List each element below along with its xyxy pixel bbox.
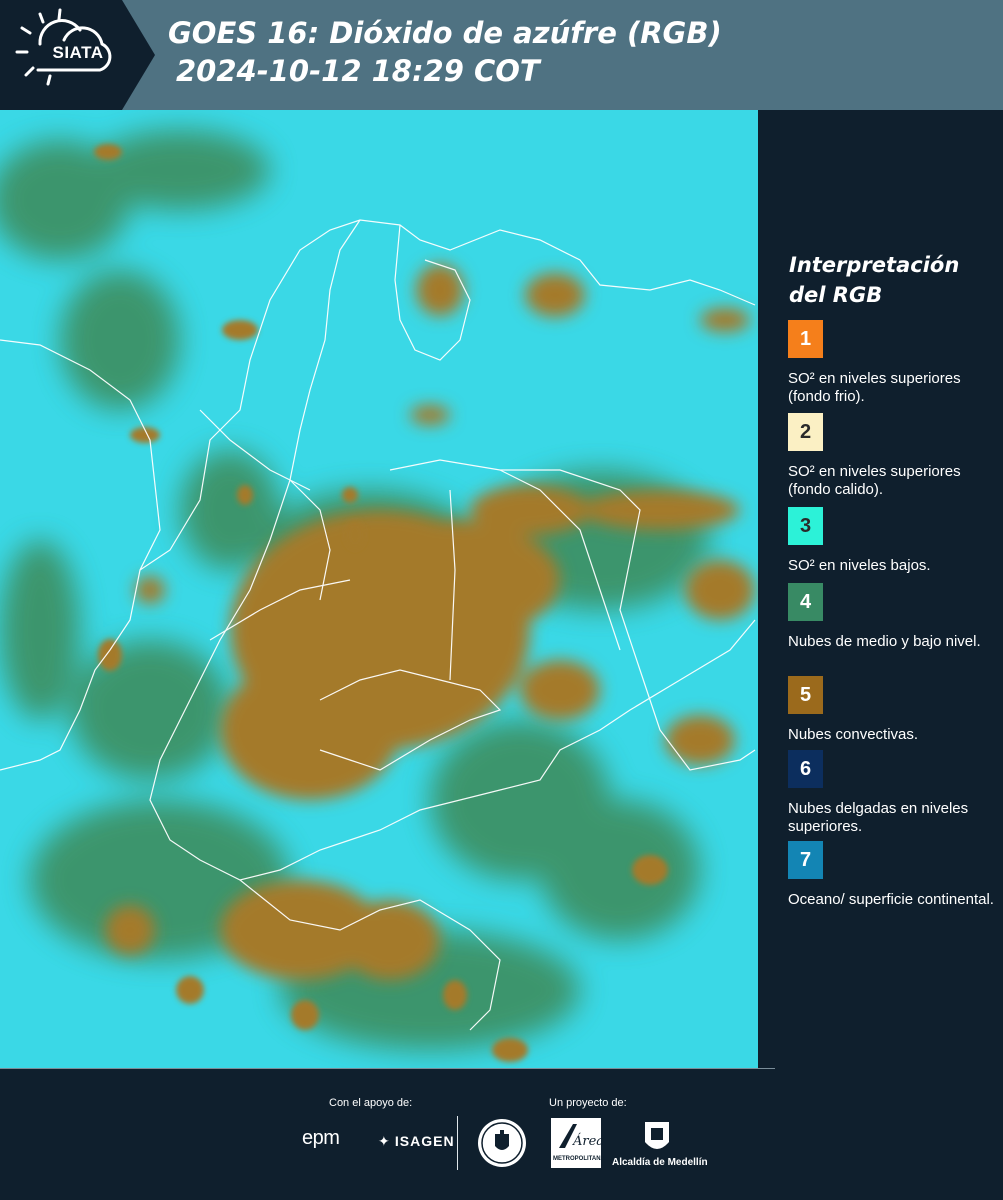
- legend-number-7: 7: [799, 848, 812, 871]
- legend-panel: Interpretación del RGB 1 SO² en niveles …: [762, 110, 1003, 1068]
- legend-item-5: 5 Nubes convectivas.: [788, 676, 998, 744]
- title-line-datetime: 2024-10-12 18:29 COT: [176, 54, 540, 88]
- area-logo-subtext: METROPOLITANA: [553, 1156, 605, 1162]
- legend-swatch-2: 2: [788, 413, 823, 451]
- legend-label-6: Nubes delgadas en niveles superiores.: [788, 800, 969, 835]
- legend-number-4: 4: [799, 590, 812, 613]
- legend-label-2: SO² en niveles superiores (fondo calido)…: [788, 463, 961, 498]
- project-label: Un proyecto de:: [549, 1097, 627, 1109]
- satellite-map: [0, 110, 758, 1068]
- header-bar: SIATA GOES 16: Dióxido de azúfre (RGB) 2…: [0, 0, 1003, 110]
- legend-item-7: 7 Oceano/ superficie continental.: [788, 841, 998, 909]
- legend-swatch-4: 4: [788, 583, 823, 621]
- legend-item-1: 1 SO² en niveles superiores (fondo frio)…: [788, 320, 998, 406]
- siata-logo-text: SIATA: [52, 43, 104, 62]
- legend-number-5: 5: [799, 683, 812, 706]
- legend-swatch-1: 1: [788, 320, 823, 358]
- legend-label-7: Oceano/ superficie continental.: [788, 891, 994, 908]
- legend-label-4: Nubes de medio y bajo nivel.: [788, 633, 981, 650]
- alcaldia-logo-text: Alcaldía de Medellín: [612, 1157, 708, 1168]
- isagen-logo: ✦ ISAGEN: [378, 1133, 455, 1150]
- legend-swatch-6: 6: [788, 750, 823, 788]
- epm-logo: epm: [302, 1127, 340, 1149]
- page-title: GOES 16: Dióxido de azúfre (RGB) 2024-10…: [168, 14, 722, 90]
- satellite-rgb-map-image: [0, 110, 758, 1068]
- legend-swatch-7: 7: [788, 841, 823, 879]
- title-line-product: GOES 16: Dióxido de azúfre (RGB): [168, 16, 722, 50]
- legend-label-5: Nubes convectivas.: [788, 726, 919, 743]
- isagen-mark-icon: ✦: [378, 1133, 391, 1149]
- legend-label-3: SO² en niveles bajos.: [788, 557, 931, 574]
- medellin-seal-icon: [477, 1118, 527, 1168]
- alcaldia-emblem-icon: [643, 1120, 671, 1156]
- legend-number-1: 1: [799, 327, 812, 350]
- legend-number-2: 2: [799, 420, 812, 443]
- footer-vertical-separator: [457, 1116, 458, 1170]
- legend-swatch-3: 3: [788, 507, 823, 545]
- legend-item-4: 4 Nubes de medio y bajo nivel.: [788, 583, 998, 651]
- legend-item-3: 3 SO² en niveles bajos.: [788, 507, 998, 575]
- legend-swatch-5: 5: [788, 676, 823, 714]
- legend-item-6: 6 Nubes delgadas en niveles superiores.: [788, 750, 998, 836]
- area-logo-text: Área: [573, 1134, 605, 1149]
- area-metropolitana-logo: Área METROPOLITANA: [551, 1118, 605, 1168]
- legend-item-2: 2 SO² en niveles superiores (fondo calid…: [788, 413, 998, 499]
- legend-title: Interpretación del RGB: [789, 253, 960, 307]
- siata-logo: SIATA: [0, 0, 160, 110]
- footer-divider-line: [0, 1068, 775, 1069]
- isagen-logo-text: ISAGEN: [394, 1133, 455, 1149]
- legend-number-3: 3: [799, 514, 812, 537]
- legend-number-6: 6: [799, 757, 812, 780]
- legend-label-1: SO² en niveles superiores (fondo frio).: [788, 370, 961, 405]
- support-label: Con el apoyo de:: [329, 1097, 413, 1109]
